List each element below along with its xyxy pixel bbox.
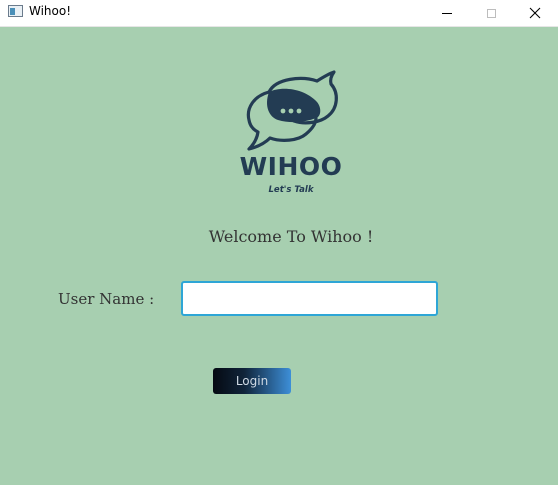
app-window-icon (8, 5, 23, 17)
logo-tagline: Let's Talk (268, 185, 314, 195)
chat-bubbles-icon (246, 70, 338, 151)
title-bar: Wihoo! (0, 0, 558, 27)
app-window: Wihoo! WIHOO Let's Talk Welcome To Wihoo… (0, 0, 558, 485)
welcome-heading: Welcome To Wihoo ! (208, 227, 374, 246)
close-button[interactable] (512, 0, 558, 26)
logo: WIHOO Let's Talk (236, 68, 346, 200)
minimize-icon (442, 12, 452, 14)
close-icon (529, 7, 541, 19)
minimize-button[interactable] (424, 0, 470, 26)
username-label: User Name : (58, 290, 155, 308)
maximize-icon (486, 8, 496, 18)
maximize-button[interactable] (468, 0, 514, 26)
window-title: Wihoo! (29, 4, 72, 18)
username-input[interactable] (181, 281, 438, 316)
login-button[interactable]: Login (213, 368, 291, 394)
logo-wordmark: WIHOO (239, 152, 343, 181)
